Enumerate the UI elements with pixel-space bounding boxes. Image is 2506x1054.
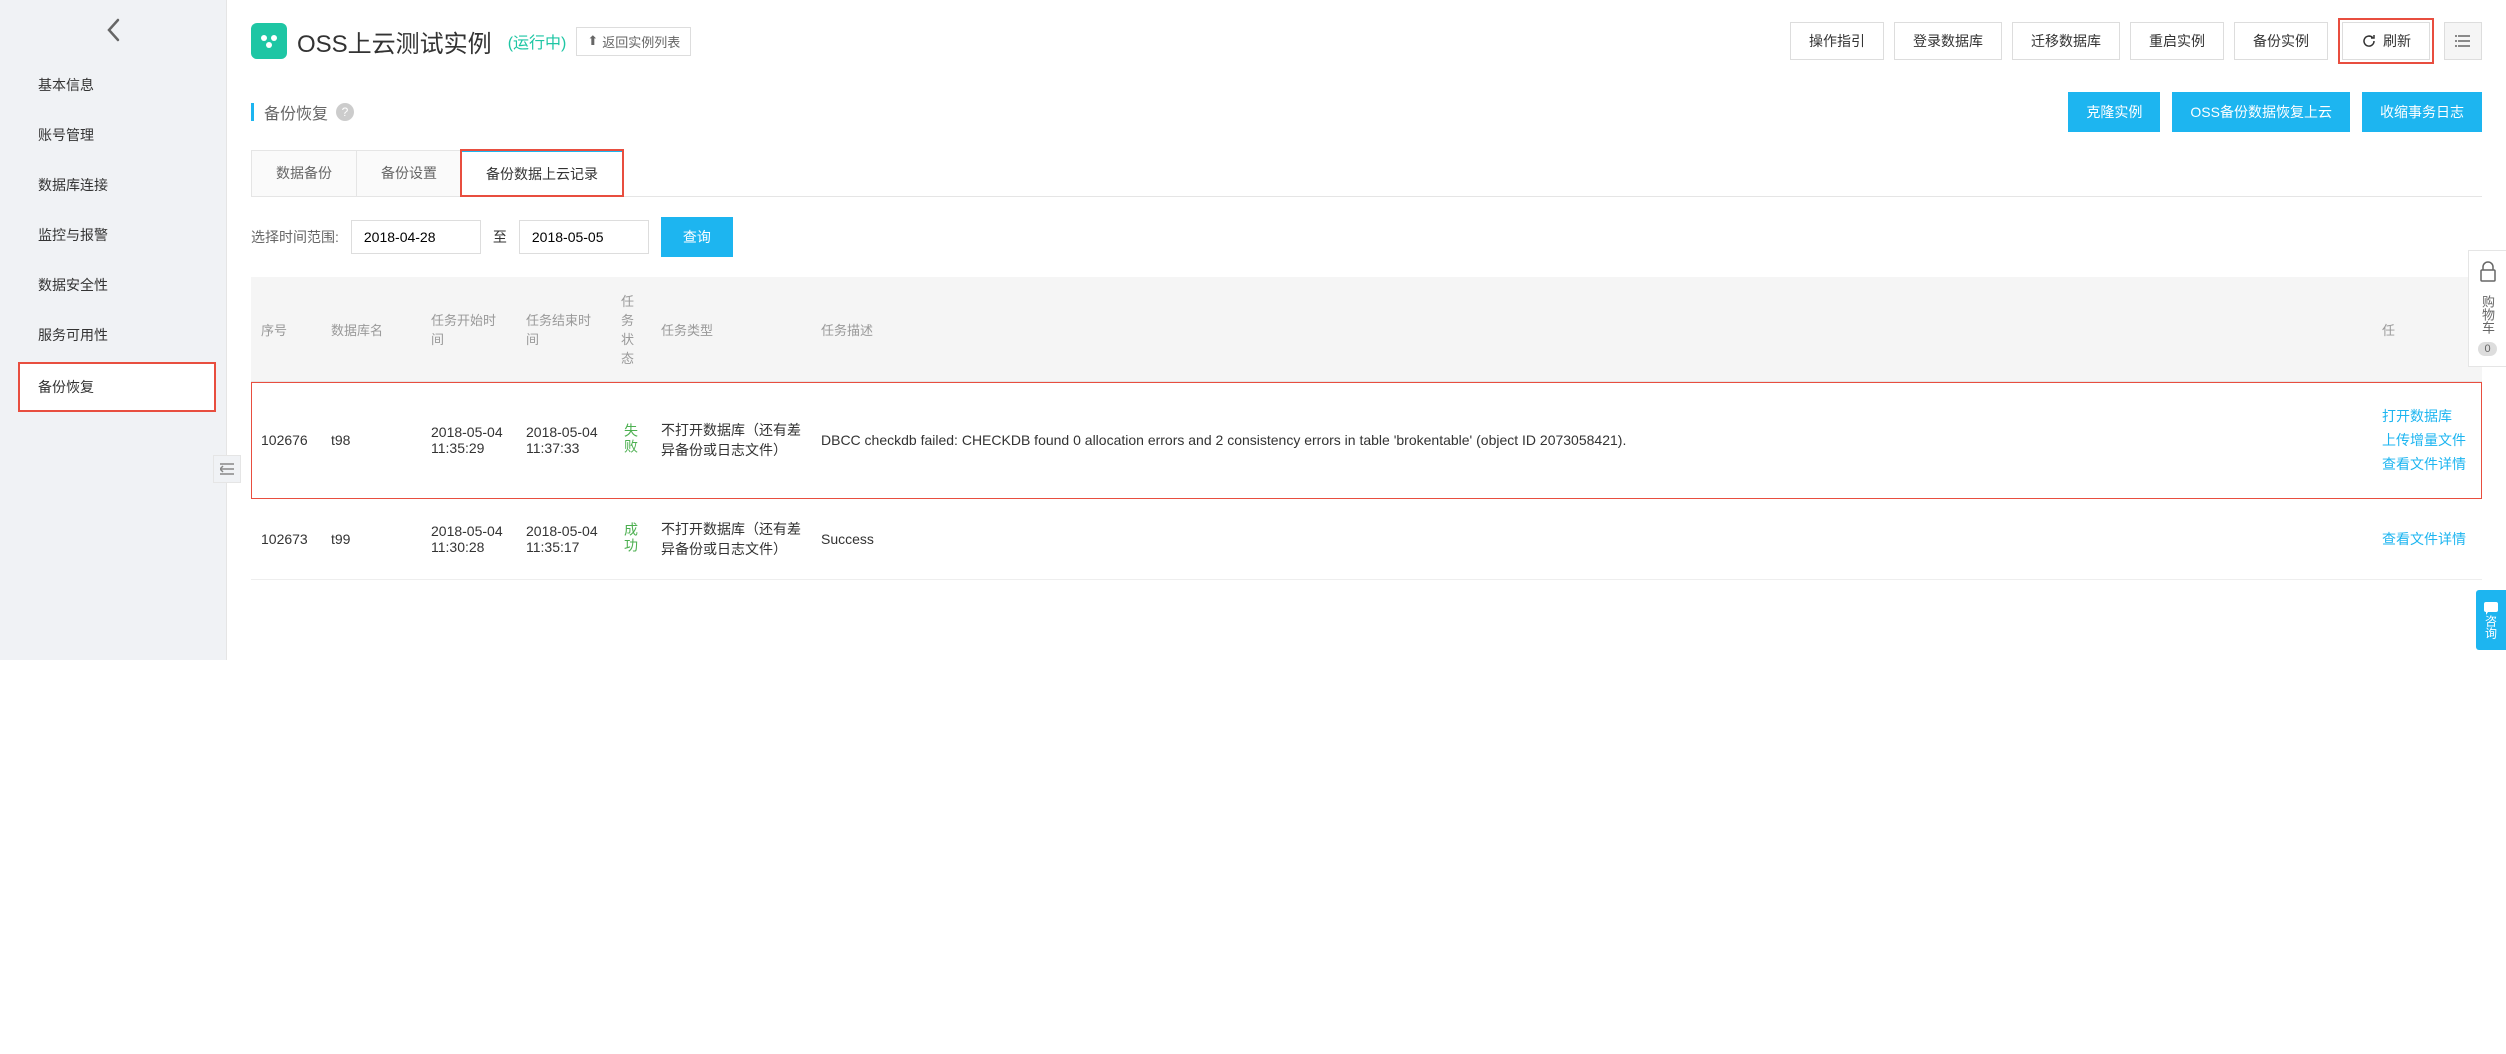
cell-status: 失败 [621, 423, 641, 455]
help-icon[interactable]: ? [336, 103, 354, 121]
query-button[interactable]: 查询 [661, 217, 733, 257]
date-to-label: 至 [493, 227, 507, 247]
date-range-label: 选择时间范围: [251, 227, 339, 247]
chat-icon [2483, 601, 2499, 615]
cart-label: 购物车 [2478, 295, 2497, 334]
view-file-link[interactable]: 查看文件详情 [2382, 454, 2472, 474]
main-content: OSS上云测试实例 (运行中) ⬆ 返回实例列表 操作指引 登录数据库 迁移数据… [227, 0, 2506, 660]
upload-incr-link[interactable]: 上传增量文件 [2382, 430, 2472, 450]
sidebar-item-availability[interactable]: 服务可用性 [0, 310, 226, 360]
shopping-cart-panel[interactable]: 购物车 0 [2468, 250, 2506, 367]
th-type: 任务类型 [651, 277, 811, 382]
section-bar [251, 103, 254, 121]
cell-seq: 102676 [251, 382, 321, 499]
app-icon [251, 23, 287, 59]
cell-end: 2018-05-04 11:35:17 [516, 499, 611, 580]
backup-button[interactable]: 备份实例 [2234, 22, 2328, 60]
up-arrow-icon: ⬆ [587, 33, 598, 49]
cell-end: 2018-05-04 11:37:33 [516, 382, 611, 499]
cell-start: 2018-05-04 11:35:29 [421, 382, 516, 499]
back-to-list-button[interactable]: ⬆ 返回实例列表 [576, 27, 691, 56]
sidebar-item-account[interactable]: 账号管理 [0, 110, 226, 160]
migrate-db-button[interactable]: 迁移数据库 [2012, 22, 2120, 60]
lock-icon [2473, 261, 2502, 289]
section-title: 备份恢复 [264, 100, 328, 124]
table-row: 102673 t99 2018-05-04 11:30:28 2018-05-0… [251, 499, 2482, 580]
restart-button[interactable]: 重启实例 [2130, 22, 2224, 60]
oss-restore-button[interactable]: OSS备份数据恢复上云 [2172, 92, 2350, 132]
tab-backup-settings[interactable]: 备份设置 [356, 150, 462, 196]
shrink-log-button[interactable]: 收缩事务日志 [2362, 92, 2482, 132]
sidebar-item-monitor[interactable]: 监控与报警 [0, 210, 226, 260]
th-status: 任务状态 [611, 277, 651, 382]
sidebar-item-basic[interactable]: 基本信息 [0, 60, 226, 110]
clone-instance-button[interactable]: 克隆实例 [2068, 92, 2160, 132]
cell-type: 不打开数据库（还有差异备份或日志文件） [651, 382, 811, 499]
sidebar-item-db-conn[interactable]: 数据库连接 [0, 160, 226, 210]
refresh-icon [2361, 33, 2377, 49]
sidebar: 基本信息 账号管理 数据库连接 监控与报警 数据安全性 服务可用性 备份恢复 [0, 0, 227, 660]
back-to-list-label: 返回实例列表 [602, 32, 680, 51]
refresh-label: 刷新 [2383, 31, 2411, 51]
page-title: OSS上云测试实例 [297, 24, 492, 59]
tab-data-backup[interactable]: 数据备份 [251, 150, 357, 196]
date-to-input[interactable] [519, 220, 649, 254]
guide-button[interactable]: 操作指引 [1790, 22, 1884, 60]
tab-upload-records[interactable]: 备份数据上云记录 [461, 150, 623, 196]
sidebar-item-backup[interactable]: 备份恢复 [18, 362, 216, 412]
chat-label: 咨询 [2483, 615, 2500, 639]
cell-desc: Success [811, 499, 2372, 580]
chat-panel[interactable]: 咨询 [2476, 590, 2506, 650]
th-seq: 序号 [251, 277, 321, 382]
cell-type: 不打开数据库（还有差异备份或日志文件） [651, 499, 811, 580]
th-desc: 任务描述 [811, 277, 2372, 382]
tabs: 数据备份 备份设置 备份数据上云记录 [251, 150, 2482, 197]
refresh-button[interactable]: 刷新 [2342, 22, 2430, 60]
th-ops: 任 [2372, 277, 2482, 382]
cell-dbname: t98 [321, 382, 421, 499]
open-db-link[interactable]: 打开数据库 [2382, 406, 2472, 426]
date-from-input[interactable] [351, 220, 481, 254]
task-table: 序号 数据库名 任务开始时间 任务结束时间 任务状态 任务类型 任务描述 任 1… [251, 277, 2482, 580]
th-start: 任务开始时间 [421, 277, 516, 382]
th-dbname: 数据库名 [321, 277, 421, 382]
cell-start: 2018-05-04 11:30:28 [421, 499, 516, 580]
cell-desc: DBCC checkdb failed: CHECKDB found 0 all… [811, 382, 2372, 499]
cell-dbname: t99 [321, 499, 421, 580]
login-db-button[interactable]: 登录数据库 [1894, 22, 2002, 60]
back-icon[interactable] [0, 0, 226, 60]
table-row: 102676 t98 2018-05-04 11:35:29 2018-05-0… [251, 382, 2482, 499]
th-end: 任务结束时间 [516, 277, 611, 382]
list-view-icon[interactable] [2444, 22, 2482, 60]
cell-seq: 102673 [251, 499, 321, 580]
sidebar-item-security[interactable]: 数据安全性 [0, 260, 226, 310]
view-file-link[interactable]: 查看文件详情 [2382, 529, 2472, 549]
cart-count-badge: 0 [2478, 342, 2496, 356]
status-badge: (运行中) [508, 29, 567, 53]
cell-status: 成功 [621, 522, 641, 554]
